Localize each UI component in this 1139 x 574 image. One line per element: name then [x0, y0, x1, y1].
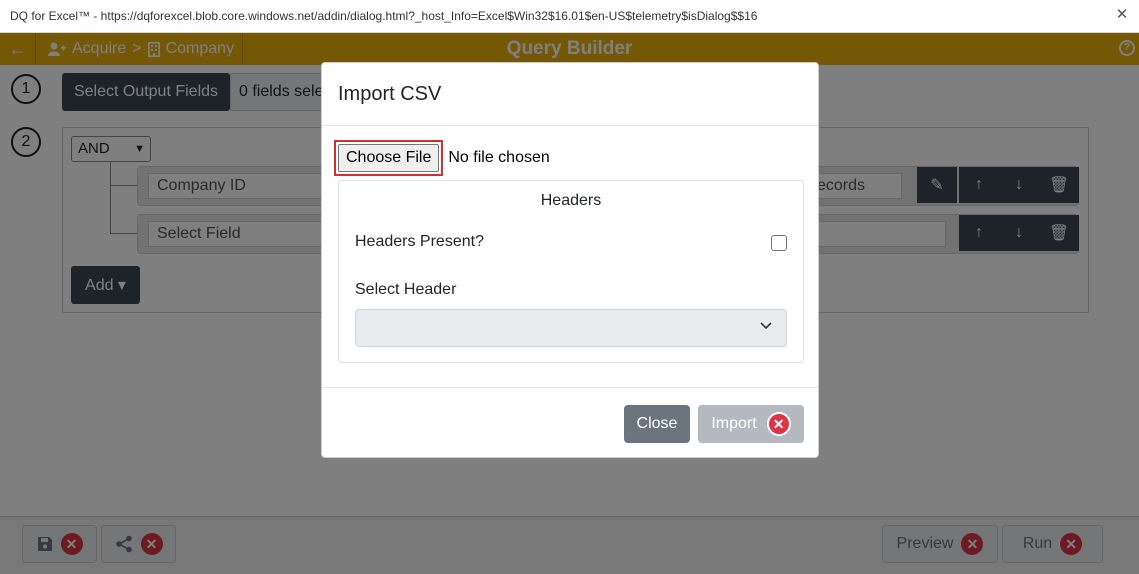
import-csv-dialog: Import CSV Choose File No file chosen He…	[321, 62, 819, 458]
close-icon[interactable]: ✕	[1115, 7, 1129, 22]
file-picker: Choose File No file chosen	[334, 140, 550, 176]
choose-file-highlight: Choose File	[334, 140, 444, 176]
select-header-dropdown[interactable]	[355, 309, 787, 347]
headers-present-label: Headers Present?	[355, 233, 484, 250]
dialog-footer: Close Import ✕	[322, 387, 818, 458]
close-button[interactable]: Close	[624, 405, 690, 443]
dialog-header: Import CSV	[322, 63, 818, 126]
window-title: DQ for Excel™ - https://dqforexcel.blob.…	[10, 9, 758, 23]
headers-present-checkbox[interactable]	[771, 235, 787, 251]
error-icon: ✕	[766, 412, 791, 436]
select-header-label: Select Header	[355, 281, 457, 298]
dialog-title: Import CSV	[338, 82, 442, 105]
headers-title: Headers	[540, 192, 602, 209]
choose-file-button[interactable]: Choose File	[338, 144, 440, 172]
import-button[interactable]: Import ✕	[698, 405, 804, 443]
window-titlebar: DQ for Excel™ - https://dqforexcel.blob.…	[0, 0, 1139, 33]
headers-card: Headers Headers Present? Select Header	[338, 180, 804, 363]
import-label: Import	[711, 415, 757, 432]
file-status: No file chosen	[448, 149, 550, 166]
chevron-down-icon	[760, 322, 772, 330]
